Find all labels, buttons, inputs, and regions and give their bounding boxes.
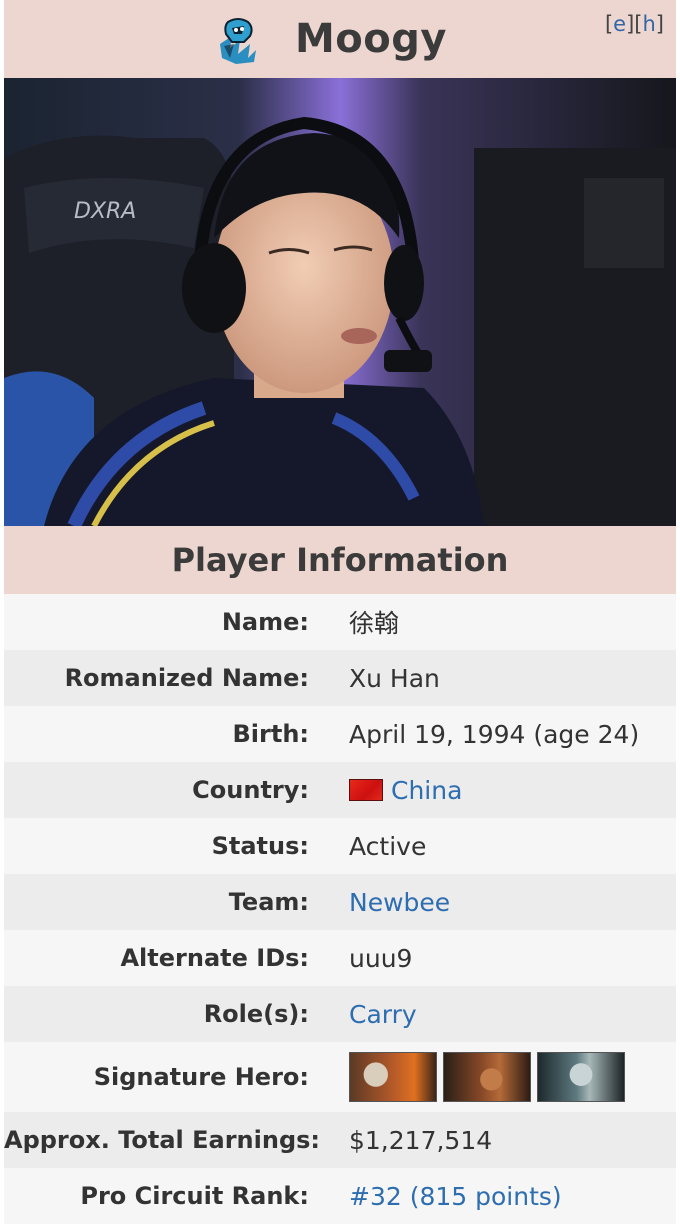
section-header-player-information: Player Information <box>4 526 676 594</box>
hero-portrait-1-icon[interactable] <box>349 1052 437 1102</box>
row-label: Status: <box>211 832 309 860</box>
info-row-roles: Role(s): Carry <box>4 986 676 1042</box>
row-label: Signature Hero: <box>93 1063 309 1091</box>
edit-links: [e][h] <box>604 12 664 36</box>
info-row-alternate-ids: Alternate IDs: uuu9 <box>4 930 676 986</box>
row-label: Birth: <box>232 720 309 748</box>
info-row-name: Name: 徐翰 <box>4 594 676 650</box>
player-name-title: Moogy <box>295 16 447 62</box>
info-table: Name: 徐翰 Romanized Name: Xu Han Birth: A… <box>4 594 676 1224</box>
player-photo-image: DXRA <box>4 78 676 526</box>
row-value: uuu9 <box>349 943 413 973</box>
info-row-romanized-name: Romanized Name: Xu Han <box>4 650 676 706</box>
row-label: Alternate IDs: <box>120 944 309 972</box>
row-value <box>329 1052 676 1102</box>
info-row-birth: Birth: April 19, 1994 (age 24) <box>4 706 676 762</box>
china-flag-icon <box>349 779 383 801</box>
row-value: Active <box>349 831 427 861</box>
player-infobox: Moogy [e][h] DXRA Player Information Nam… <box>4 0 676 1224</box>
info-row-team: Team: Newbee <box>4 874 676 930</box>
info-row-pro-circuit-rank: Pro Circuit Rank: #32 (815 points) <box>4 1168 676 1224</box>
edit-link[interactable]: e <box>613 12 626 36</box>
row-label: Country: <box>192 776 309 804</box>
team-link[interactable]: Newbee <box>349 888 450 917</box>
row-value: Carry <box>329 1000 676 1029</box>
info-row-earnings: Approx. Total Earnings: $1,217,514 <box>4 1112 676 1168</box>
row-value: Newbee <box>329 888 676 917</box>
hero-portrait-2-icon[interactable] <box>443 1052 531 1102</box>
hero-portrait-3-icon[interactable] <box>537 1052 625 1102</box>
row-value: $1,217,514 <box>349 1125 493 1155</box>
row-value: 徐翰 <box>349 609 400 638</box>
row-value: China <box>329 776 676 805</box>
rank-link[interactable]: #32 (815 points) <box>349 1182 562 1211</box>
info-row-signature-hero: Signature Hero: <box>4 1042 676 1112</box>
svg-text:DXRA: DXRA <box>74 199 136 224</box>
row-label: Pro Circuit Rank: <box>80 1182 309 1210</box>
info-row-status: Status: Active <box>4 818 676 874</box>
row-label: Romanized Name: <box>64 664 309 692</box>
row-value: April 19, 1994 (age 24) <box>349 719 640 749</box>
infobox-title-bar: Moogy [e][h] <box>4 0 676 78</box>
country-link[interactable]: China <box>391 776 462 805</box>
role-link[interactable]: Carry <box>349 1000 417 1029</box>
row-label: Role(s): <box>203 1000 309 1028</box>
row-value: Xu Han <box>349 663 440 693</box>
row-label: Approx. Total Earnings: <box>4 1126 321 1154</box>
row-label: Name: <box>221 608 309 636</box>
history-link[interactable]: h <box>642 12 655 36</box>
info-row-country: Country: China <box>4 762 676 818</box>
player-photo: DXRA <box>4 78 676 526</box>
row-label: Team: <box>228 888 309 916</box>
team-logo-icon <box>220 18 256 64</box>
row-value: #32 (815 points) <box>329 1182 676 1211</box>
